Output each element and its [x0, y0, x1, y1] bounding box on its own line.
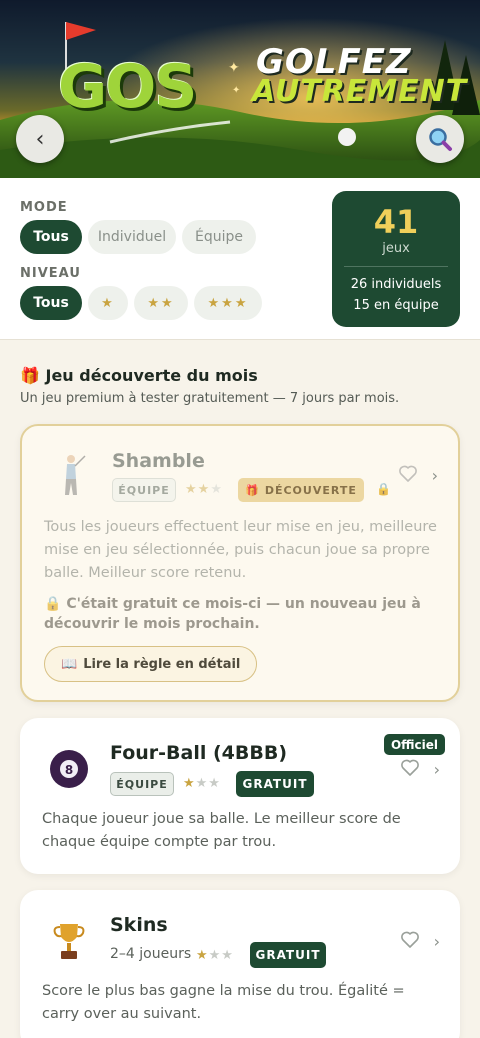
book-icon: 📖 [61, 656, 78, 672]
mode-chip-all[interactable]: Tous [20, 220, 82, 254]
team-count: 15 en équipe [353, 298, 439, 313]
hero-banner: ✦ ✦ GOS GOLFEZ AUTREMENT ‹ [0, 0, 480, 178]
discovery-title-text: Jeu découverte du mois [45, 366, 258, 385]
svg-text:8: 8 [65, 763, 73, 777]
difficulty-stars: ★★★ [196, 948, 234, 963]
level-chip-1[interactable]: ★ [88, 286, 128, 320]
team-badge: ÉQUIPE [112, 478, 176, 502]
game-name: Shamble [112, 450, 205, 472]
team-badge: ÉQUIPE [110, 772, 174, 796]
filter-panel: MODE Tous Individuel Équipe NIVEAU Tous … [0, 178, 480, 340]
chevron-right-icon[interactable]: › [432, 466, 438, 485]
chevron-right-icon[interactable]: › [434, 760, 440, 779]
back-button[interactable]: ‹ [16, 115, 64, 163]
tagline-line-2: AUTREMENT [252, 74, 468, 109]
level-1-stars: ★ [101, 295, 115, 311]
mode-chip-individual[interactable]: Individuel [88, 220, 176, 254]
level-3-stars: ★★★ [207, 295, 249, 311]
difficulty-stars: ★★★ [185, 482, 223, 497]
discovery-section-title: 🎁 Jeu découverte du mois [20, 366, 258, 385]
heart-icon[interactable] [400, 930, 420, 950]
games-count-unit: jeux [382, 241, 410, 256]
games-count-box: 41 jeux 26 individuels 15 en équipe [332, 191, 460, 327]
svg-text:✦: ✦ [228, 60, 240, 76]
search-button[interactable] [416, 115, 464, 163]
svg-text:✦: ✦ [232, 85, 240, 96]
level-chip-all[interactable]: Tous [20, 286, 82, 320]
game-name: Four-Ball (4BBB) [110, 742, 288, 764]
mode-label: MODE [20, 200, 68, 215]
discovery-badge-label: DÉCOUVERTE [264, 483, 357, 497]
eight-ball-icon: 8 [48, 748, 90, 790]
lock-icon: 🔒 [44, 596, 62, 612]
discovery-notice: 🔒 C'était gratuit ce mois-ci — un nouvea… [44, 594, 444, 634]
discovery-badge: 🎁 DÉCOUVERTE [238, 478, 364, 502]
heart-icon[interactable] [400, 758, 420, 778]
level-label: NIVEAU [20, 266, 81, 281]
heart-icon[interactable] [398, 464, 418, 484]
game-card-four-ball[interactable]: Officiel 8 Four-Ball (4BBB) ÉQUIPE ★★★ G… [20, 718, 460, 874]
gift-icon: 🎁 [245, 483, 260, 497]
difficulty-stars: ★★★ [183, 776, 221, 791]
gift-icon: 🎁 [20, 366, 40, 385]
app-logo: GOS [58, 52, 197, 122]
read-rule-label: Lire la règle en détail [83, 656, 241, 672]
divider [344, 266, 448, 267]
players-count: 2–4 joueurs [110, 946, 192, 962]
discovery-notice-text: C'était gratuit ce mois-ci — un nouveau … [44, 596, 421, 632]
lock-icon: 🔒 [376, 482, 391, 496]
official-badge: Officiel [383, 734, 445, 755]
game-description: Chaque joueur joue sa balle. Le meilleur… [42, 811, 401, 850]
level-chip-3[interactable]: ★★★ [194, 286, 262, 320]
level-2-stars: ★★ [147, 295, 175, 311]
trophy-icon [48, 920, 90, 962]
discovery-subtitle: Un jeu premium à tester gratuitement — 7… [20, 391, 400, 406]
individual-count: 26 individuels [350, 277, 442, 292]
game-card-skins[interactable]: Skins 2–4 joueurs ★★★ GRATUIT › Score le… [20, 890, 460, 1038]
game-description: Score le plus bas gagne la mise du trou.… [42, 983, 405, 1022]
level-chip-2[interactable]: ★★ [134, 286, 188, 320]
game-description: Tous les joueurs effectuent leur mise en… [44, 519, 437, 581]
read-rule-button[interactable]: 📖 Lire la règle en détail [44, 646, 258, 682]
game-card-shamble[interactable]: Shamble ÉQUIPE ★★★ 🎁 DÉCOUVERTE 🔒 › Tous… [20, 424, 460, 702]
search-icon [429, 128, 452, 151]
game-name: Skins [110, 914, 168, 936]
games-count: 41 [373, 203, 419, 241]
free-badge: GRATUIT [236, 771, 314, 797]
chevron-left-icon: ‹ [35, 126, 45, 152]
free-badge: GRATUIT [250, 942, 326, 968]
chevron-right-icon[interactable]: › [434, 932, 440, 951]
mode-chip-team[interactable]: Équipe [182, 220, 256, 254]
golfer-icon [50, 454, 92, 496]
